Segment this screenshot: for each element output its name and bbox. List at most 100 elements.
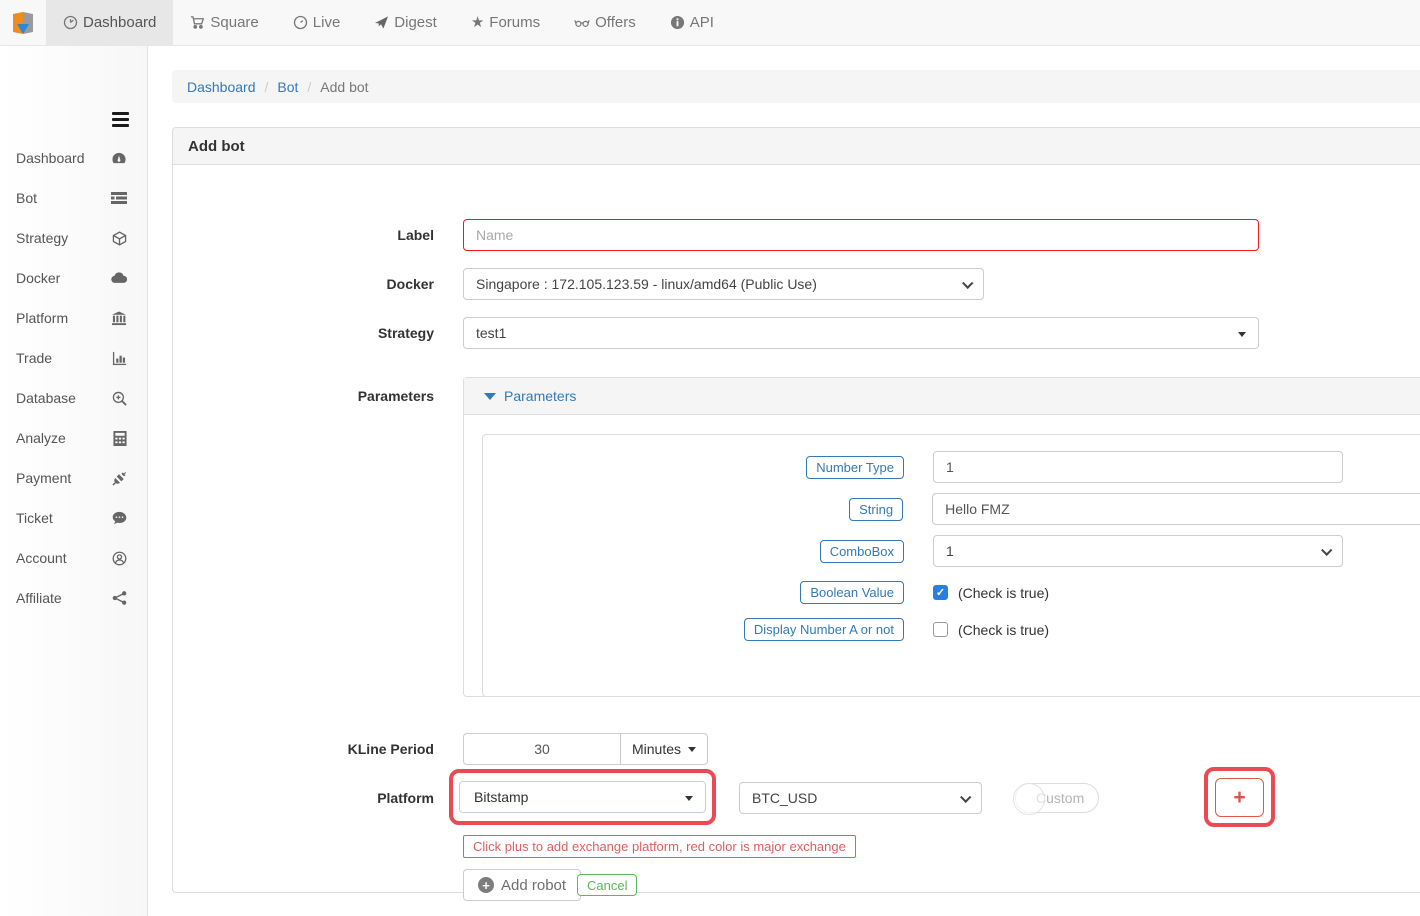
sidebar-item-account[interactable]: Account — [0, 538, 147, 578]
sidebar-item-docker[interactable]: Docker — [0, 258, 147, 298]
breadcrumb-dashboard-link[interactable]: Dashboard — [187, 79, 256, 95]
sidebar-menu: Dashboard Bot Strategy Docker Platform T… — [0, 138, 147, 618]
param-badge: Number Type — [806, 456, 904, 479]
nav-offers[interactable]: Offers — [557, 0, 653, 45]
sidebar-item-label: Docker — [16, 270, 60, 286]
nav-label: Dashboard — [83, 14, 156, 31]
param-combobox-select[interactable]: 1 — [933, 535, 1343, 567]
param-row-boolean: Boolean Value ✓ (Check is true) — [483, 581, 1420, 604]
sidebar-item-affiliate[interactable]: Affiliate — [0, 578, 147, 618]
nav-label: API — [690, 14, 714, 31]
nav-label: Digest — [394, 14, 437, 31]
kline-period-input[interactable] — [463, 733, 621, 765]
docker-select[interactable]: Singapore : 172.105.123.59 - linux/amd64… — [463, 268, 984, 300]
bar-chart-icon — [112, 351, 127, 366]
sidebar-item-analyze[interactable]: Analyze — [0, 418, 147, 458]
strategy-dropdown-value: test1 — [476, 325, 506, 341]
nav-live[interactable]: Live — [276, 0, 358, 45]
sidebar-item-trade[interactable]: Trade — [0, 338, 147, 378]
sidebar-item-label: Analyze — [16, 430, 66, 446]
param-badge: ComboBox — [820, 540, 904, 563]
bot-name-input[interactable] — [464, 220, 1258, 250]
caret-down-icon — [688, 747, 696, 752]
pair-select-value: BTC_USD — [752, 790, 817, 806]
parameters-header-label: Parameters — [504, 388, 576, 404]
breadcrumb-bot-link[interactable]: Bot — [277, 79, 298, 95]
parameters-panel: Parameters Number Type String ComboBox 1 — [463, 377, 1420, 697]
glasses-icon — [574, 15, 590, 30]
sidebar: Dashboard Bot Strategy Docker Platform T… — [0, 46, 148, 916]
star-icon: ★ — [471, 15, 484, 30]
nav-label: Live — [313, 14, 341, 31]
exchange-highlight-annotation: Bitstamp — [449, 769, 716, 825]
sidebar-item-label: Payment — [16, 470, 71, 486]
add-exchange-highlight-annotation: + — [1204, 767, 1275, 827]
exchange-dropdown[interactable]: Bitstamp — [459, 781, 706, 813]
sidebar-item-bot[interactable]: Bot — [0, 178, 147, 218]
param-row-number-type: Number Type — [483, 451, 1420, 483]
sidebar-item-label: Dashboard — [16, 150, 85, 166]
nav-api[interactable]: API — [653, 0, 731, 45]
top-navbar: Dashboard Square Live Digest ★ Forums Of… — [0, 0, 1420, 46]
docker-select-value: Singapore : 172.105.123.59 - linux/amd64… — [476, 276, 817, 292]
exchange-dropdown-value: Bitstamp — [474, 789, 528, 805]
param-badge: String — [849, 498, 903, 521]
param-combobox-value: 1 — [946, 543, 954, 559]
nav-dashboard[interactable]: Dashboard — [46, 0, 173, 45]
sidebar-item-ticket[interactable]: Ticket — [0, 498, 147, 538]
menu-toggle-icon[interactable] — [112, 112, 129, 130]
nav-forums[interactable]: ★ Forums — [454, 0, 557, 45]
kline-unit-dropdown[interactable]: Minutes — [620, 733, 708, 765]
fmz-logo[interactable] — [0, 0, 46, 45]
parameters-list: Number Type String ComboBox 1 Boolean Va… — [482, 434, 1420, 697]
sidebar-item-database[interactable]: Database — [0, 378, 147, 418]
info-circle-icon — [670, 15, 685, 30]
docker-field-label: Docker — [173, 268, 434, 300]
add-robot-button[interactable]: + Add robot — [463, 869, 581, 901]
sidebar-item-label: Database — [16, 390, 76, 406]
comment-icon — [112, 511, 127, 525]
kline-unit-value: Minutes — [632, 741, 681, 757]
custom-toggle[interactable]: Custom — [1015, 783, 1099, 813]
gauge-icon — [111, 151, 127, 166]
add-exchange-button[interactable]: + — [1215, 778, 1264, 817]
bot-name-input-wrap — [463, 219, 1259, 251]
param-display-a-text: (Check is true) — [958, 622, 1049, 638]
nav-square[interactable]: Square — [173, 0, 275, 45]
parameters-collapse-header[interactable]: Parameters — [464, 378, 1420, 415]
sidebar-item-payment[interactable]: Payment — [0, 458, 147, 498]
strategy-field-label: Strategy — [173, 317, 434, 349]
paper-plane-icon — [374, 15, 389, 30]
nav-label: Square — [210, 14, 258, 31]
sidebar-item-label: Platform — [16, 310, 68, 326]
nav-label: Offers — [595, 14, 636, 31]
user-circle-icon — [112, 551, 127, 566]
plug-icon — [112, 471, 127, 486]
param-boolean-checkbox[interactable]: ✓ — [933, 585, 948, 600]
breadcrumb-separator: / — [256, 79, 278, 95]
plus-circle-icon: + — [478, 877, 494, 893]
param-number-type-input[interactable] — [933, 451, 1343, 483]
sidebar-item-label: Affiliate — [16, 590, 62, 606]
sidebar-item-platform[interactable]: Platform — [0, 298, 147, 338]
sidebar-item-label: Strategy — [16, 230, 68, 246]
cancel-button[interactable]: Cancel — [577, 874, 637, 896]
parameters-field-label: Parameters — [173, 380, 434, 412]
share-icon — [112, 591, 127, 605]
caret-down-icon — [1238, 332, 1246, 337]
platform-field-label: Platform — [173, 782, 434, 814]
pair-select[interactable]: BTC_USD — [739, 782, 982, 814]
sidebar-item-dashboard[interactable]: Dashboard — [0, 138, 147, 178]
panel-title: Add bot — [173, 128, 1420, 165]
strategy-dropdown[interactable]: test1 — [463, 317, 1259, 349]
param-string-input[interactable] — [932, 493, 1420, 525]
param-display-a-checkbox[interactable] — [933, 622, 948, 637]
nav-digest[interactable]: Digest — [357, 0, 454, 45]
sidebar-item-strategy[interactable]: Strategy — [0, 218, 147, 258]
add-bot-panel: Add bot Label Docker Singapore : 172.105… — [172, 127, 1420, 893]
chevron-down-icon — [960, 792, 971, 803]
clock-icon — [293, 15, 308, 30]
add-robot-button-label: Add robot — [501, 877, 566, 894]
label-field-label: Label — [173, 219, 434, 251]
param-row-display-a: Display Number A or not (Check is true) — [483, 618, 1420, 641]
